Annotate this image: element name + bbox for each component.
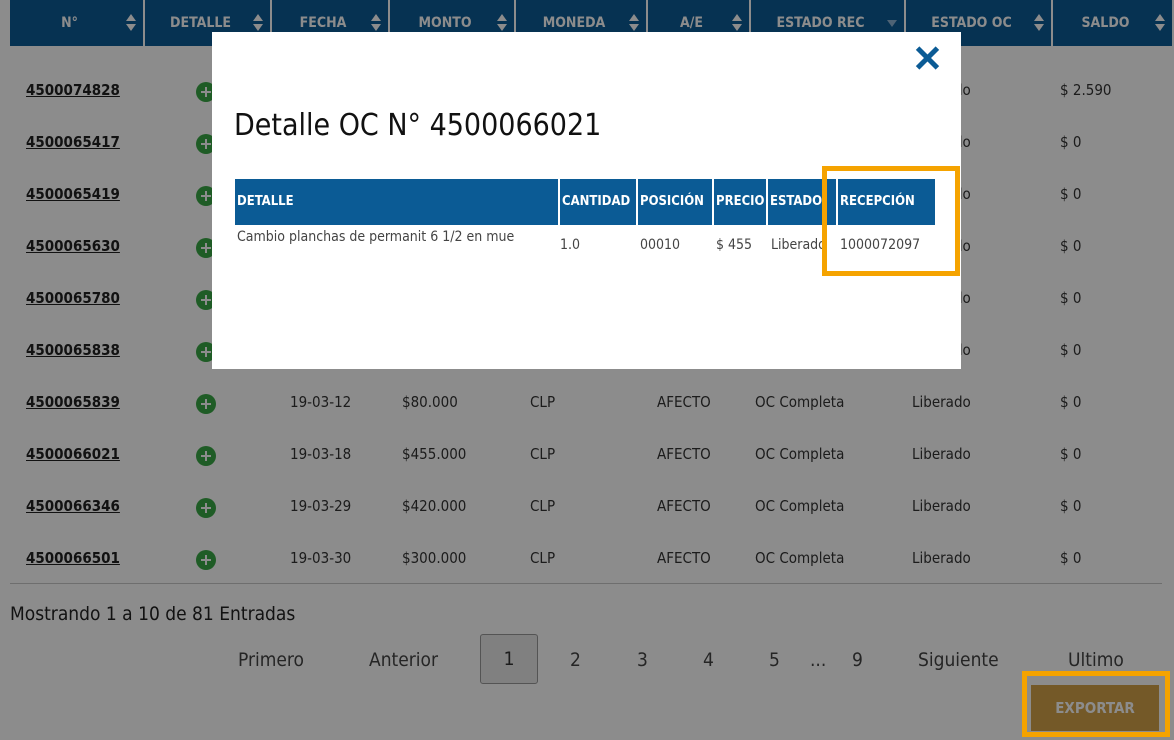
modal-cell-estado: Liberado — [771, 237, 826, 253]
modal-header-posicion: POSICIÓN — [638, 179, 712, 225]
modal-cell-detalle: Cambio planchas de permanit 6 1/2 en mue — [237, 229, 515, 245]
modal-header-detalle: DETALLE — [235, 179, 558, 225]
close-icon[interactable] — [912, 44, 942, 72]
modal-cell-precio: $ 455 — [716, 237, 753, 253]
highlight-recepcion-box — [822, 166, 960, 276]
highlight-export-box — [1022, 671, 1170, 737]
modal-header-cantidad: CANTIDAD — [560, 179, 636, 225]
modal-header-precio: PRECIO — [714, 179, 766, 225]
modal-cell-posicion: 00010 — [640, 237, 681, 253]
modal-cell-cantidad: 1.0 — [560, 237, 581, 253]
page: N° DETALLE FECHA MONTO MONEDA A/E ESTADO… — [0, 0, 1174, 740]
modal-title: Detalle OC N° 4500066021 — [234, 108, 602, 143]
